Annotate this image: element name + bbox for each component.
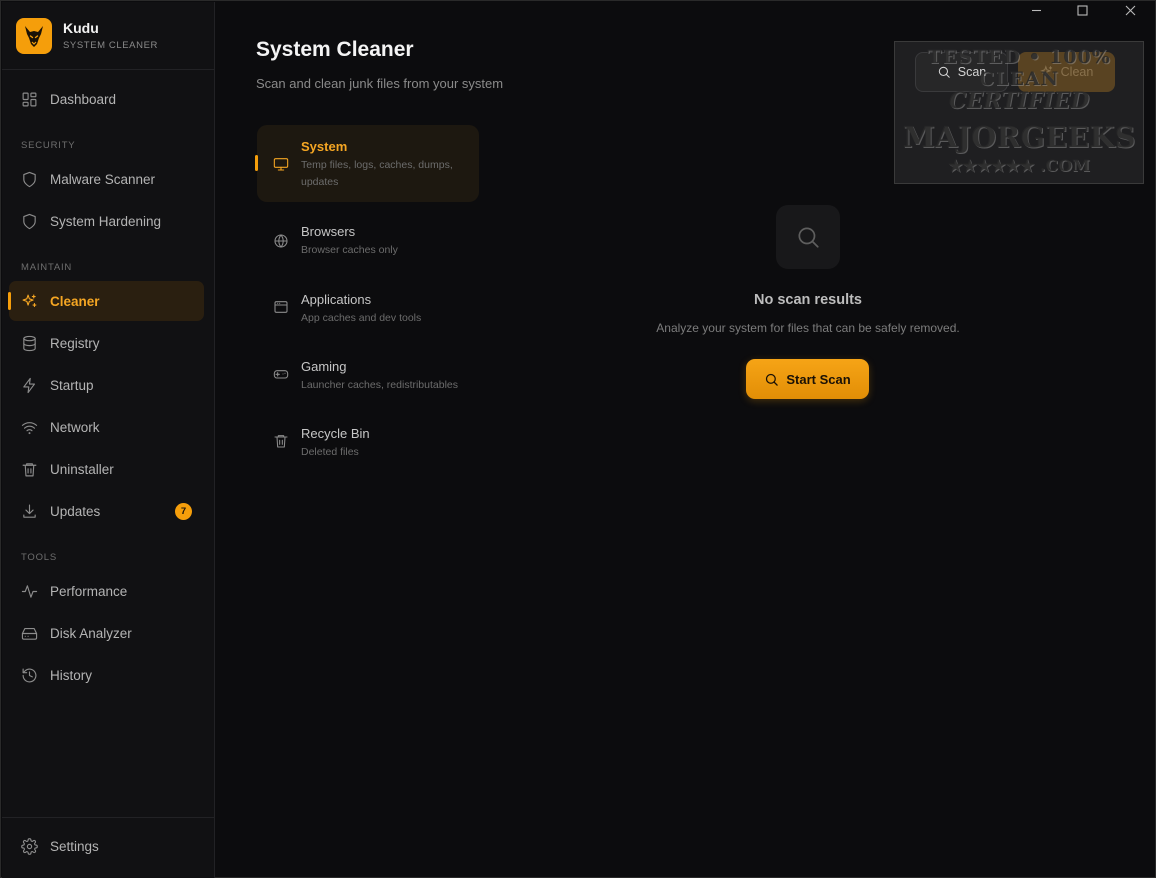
section-label-security: SECURITY bbox=[21, 140, 76, 151]
category-browsers[interactable]: Browsers Browser caches only bbox=[257, 210, 479, 270]
section-label-maintain: MAINTAIN bbox=[21, 262, 73, 273]
sidebar-item-startup[interactable]: Startup bbox=[9, 365, 204, 405]
history-icon bbox=[22, 668, 37, 682]
page-title: System Cleaner bbox=[256, 38, 414, 61]
category-title: Applications bbox=[301, 292, 372, 307]
sidebar-item-performance[interactable]: Performance bbox=[9, 571, 204, 611]
activity-icon bbox=[21, 584, 38, 598]
sidebar-item-dashboard[interactable]: Dashboard bbox=[9, 79, 204, 119]
start-scan-button[interactable]: Start Scan bbox=[746, 359, 869, 399]
maximize-icon bbox=[1076, 4, 1088, 16]
globe-icon bbox=[274, 234, 288, 248]
empty-state-search-icon bbox=[776, 205, 840, 269]
dashboard-icon bbox=[22, 92, 37, 106]
gamepad-icon bbox=[273, 370, 289, 379]
sidebar-item-label: Settings bbox=[50, 838, 99, 854]
majorgeeks-watermark: TESTED • 100% CLEAN CERTIFIED MAJORGEEKS… bbox=[894, 41, 1144, 184]
watermark-line: TESTED • 100% CLEAN bbox=[927, 46, 1111, 90]
sidebar-item-uninstaller[interactable]: Uninstaller bbox=[9, 449, 204, 489]
wifi-icon bbox=[21, 421, 38, 434]
sparkles-icon bbox=[22, 294, 37, 307]
sidebar-item-network[interactable]: Network bbox=[9, 407, 204, 447]
sidebar-item-disk-analyzer[interactable]: Disk Analyzer bbox=[9, 613, 204, 653]
empty-state-subtitle: Analyze your system for files that can b… bbox=[656, 321, 960, 335]
empty-state-title: No scan results bbox=[754, 292, 862, 308]
category-description: Launcher caches, redistributables bbox=[301, 379, 459, 391]
download-icon bbox=[23, 504, 36, 518]
app-name: Kudu bbox=[63, 20, 99, 36]
hard-drive-icon bbox=[21, 627, 38, 640]
category-title: System bbox=[301, 139, 348, 154]
sidebar-item-label: Uninstaller bbox=[50, 461, 114, 477]
start-scan-label: Start Scan bbox=[786, 371, 851, 387]
search-icon bbox=[766, 373, 779, 386]
category-system[interactable]: System Temp files, logs, caches, dumps, … bbox=[255, 125, 479, 202]
category-description: Deleted files bbox=[301, 446, 359, 458]
updates-count-badge: 7 bbox=[175, 503, 192, 520]
watermark-line: ★★★★★★ .COM bbox=[948, 156, 1090, 175]
sidebar-item-label: History bbox=[50, 667, 93, 683]
category-gaming[interactable]: Gaming Launcher caches, redistributables bbox=[257, 345, 479, 405]
app-window-icon bbox=[274, 301, 288, 313]
sidebar-item-settings[interactable]: Settings bbox=[9, 826, 204, 866]
category-title: Browsers bbox=[301, 224, 356, 239]
shield-icon bbox=[23, 171, 36, 187]
watermark-line: MAJORGEEKS bbox=[902, 120, 1136, 154]
sidebar-item-label: Malware Scanner bbox=[50, 171, 156, 187]
gear-icon bbox=[21, 837, 38, 855]
sidebar-item-label: Performance bbox=[50, 583, 128, 599]
database-icon bbox=[23, 335, 36, 351]
category-description: Temp files, logs, caches, dumps, updates bbox=[301, 159, 453, 188]
category-description: App caches and dev tools bbox=[301, 312, 422, 324]
maximize-button[interactable] bbox=[1059, 1, 1105, 19]
sidebar-item-label: Startup bbox=[50, 377, 94, 393]
category-recycle-bin[interactable]: Recycle Bin Deleted files bbox=[257, 412, 479, 472]
trash-icon bbox=[274, 435, 288, 448]
category-title: Recycle Bin bbox=[301, 426, 370, 441]
trash-icon bbox=[22, 462, 37, 476]
sidebar-item-label: Registry bbox=[50, 335, 100, 351]
category-applications[interactable]: Applications App caches and dev tools bbox=[257, 278, 479, 338]
sidebar-item-label: Cleaner bbox=[50, 293, 100, 309]
divider bbox=[2, 69, 214, 70]
close-button[interactable] bbox=[1107, 1, 1153, 19]
sidebar-item-updates[interactable]: Updates 7 bbox=[9, 491, 204, 531]
sidebar-item-label: System Hardening bbox=[50, 213, 162, 229]
sidebar-item-label: Dashboard bbox=[50, 91, 117, 107]
divider bbox=[2, 817, 214, 818]
sidebar-item-label: Network bbox=[50, 419, 100, 435]
sidebar: Kudu SYSTEM CLEANER Dashboard SECURITY M… bbox=[2, 2, 215, 878]
lightning-icon bbox=[23, 377, 36, 393]
search-icon bbox=[798, 227, 819, 248]
sidebar-item-label: Disk Analyzer bbox=[50, 625, 132, 641]
shield-icon bbox=[23, 213, 36, 229]
sidebar-item-system-hardening[interactable]: System Hardening bbox=[9, 201, 204, 241]
category-title: Gaming bbox=[301, 359, 347, 374]
watermark-line: CERTIFIED bbox=[948, 88, 1090, 114]
minimize-button[interactable] bbox=[1013, 1, 1059, 19]
sidebar-item-label: Updates bbox=[50, 503, 101, 519]
sidebar-item-registry[interactable]: Registry bbox=[9, 323, 204, 363]
category-description: Browser caches only bbox=[301, 244, 398, 256]
minimize-icon bbox=[1031, 9, 1041, 11]
monitor-icon bbox=[273, 158, 289, 171]
sidebar-item-malware-scanner[interactable]: Malware Scanner bbox=[9, 159, 204, 199]
sidebar-item-history[interactable]: History bbox=[9, 655, 204, 695]
section-label-tools: TOOLS bbox=[21, 552, 58, 563]
sidebar-item-cleaner[interactable]: Cleaner bbox=[8, 281, 204, 321]
app-subtitle: SYSTEM CLEANER bbox=[63, 40, 158, 51]
kudu-logo-icon bbox=[16, 18, 52, 54]
brand: Kudu SYSTEM CLEANER bbox=[16, 18, 158, 54]
close-icon bbox=[1125, 5, 1135, 15]
page-subtitle: Scan and clean junk files from your syst… bbox=[256, 76, 504, 91]
app-window: Kudu SYSTEM CLEANER Dashboard SECURITY M… bbox=[0, 0, 1156, 878]
